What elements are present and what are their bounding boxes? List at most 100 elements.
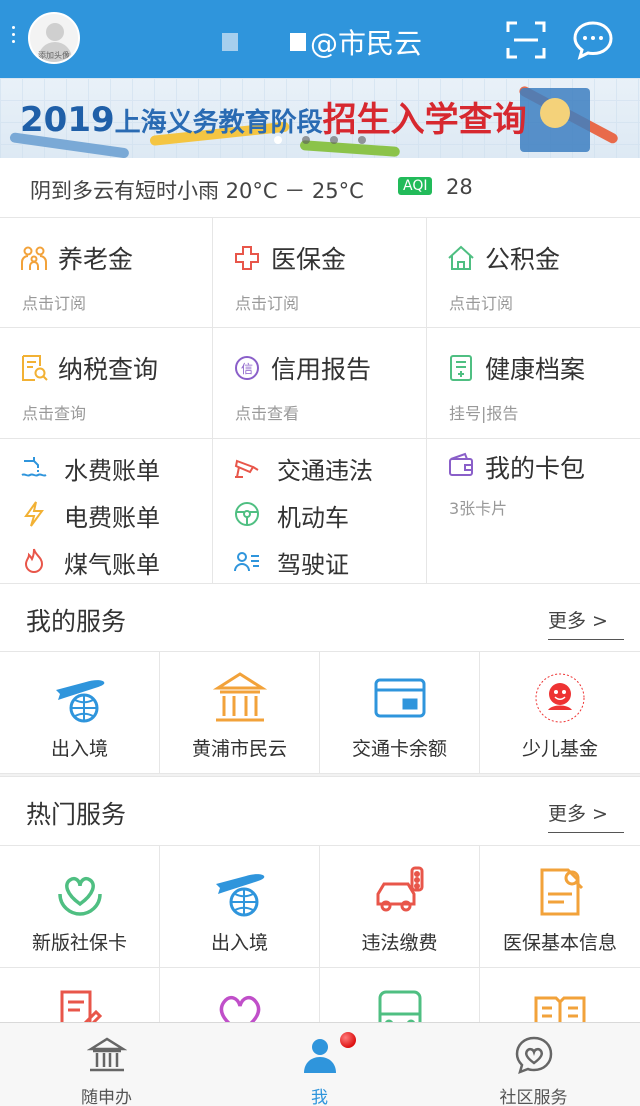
health-file-icon (450, 355, 472, 381)
traffic-title: 交通违法 (277, 457, 373, 485)
heart-chat-icon (515, 1036, 552, 1075)
card-subtitle: 3张卡片 (449, 499, 508, 518)
card-credit-report[interactable]: 信 信用报告 点击查看 (213, 328, 427, 439)
service-label: 医保基本信息 (502, 932, 617, 954)
banner-page-dot[interactable] (274, 136, 282, 144)
bill-water[interactable]: 水费账单 (20, 445, 210, 489)
traffic-title: 驾驶证 (277, 551, 349, 579)
notification-dot (340, 1032, 356, 1048)
more-link[interactable]: 更多 > (548, 799, 624, 833)
service-label: 少儿基金 (521, 738, 598, 760)
traffic-violation[interactable]: 交通违法 (233, 445, 423, 489)
service-label: 交通卡余额 (351, 738, 447, 760)
camera-icon (234, 459, 259, 478)
redacted-block (222, 33, 238, 51)
card-wallet[interactable]: 我的卡包 3张卡片 (427, 439, 640, 584)
bill-title: 水费账单 (64, 457, 160, 485)
card-subtitle: 点击订阅 (235, 294, 300, 313)
app-title: @市民云 (310, 27, 423, 60)
license-icon (234, 552, 259, 572)
driver-license[interactable]: 驾驶证 (233, 539, 423, 583)
car-traffic-light-icon (376, 866, 423, 912)
flame-icon (24, 548, 44, 573)
motor-vehicle[interactable]: 机动车 (233, 492, 423, 536)
nav-tab-me[interactable]: 我 (213, 1023, 426, 1106)
banner-subtitle: 上海义务教育阶段 (114, 108, 323, 138)
medical-cross-icon (235, 246, 259, 270)
bills-column: 水费账单 电费账单 煤气账单 (0, 439, 213, 584)
building-icon (212, 672, 267, 722)
card-subtitle: 点击查询 (22, 404, 87, 423)
person-icon (303, 1039, 336, 1073)
avatar[interactable]: 添加头像 (28, 12, 80, 64)
service-label: 出入境 (210, 932, 268, 954)
nav-label: 社区服务 (499, 1088, 568, 1106)
banner-page-dot[interactable] (358, 136, 366, 144)
transit-card-icon (374, 678, 425, 718)
water-tap-icon (21, 457, 47, 477)
card-subtitle: 挂号|报告 (449, 404, 519, 423)
more-link[interactable]: 更多 > (548, 606, 624, 640)
weather-bar[interactable]: 阴到多云有短时小雨 20°C － 25°C AQI 28 (0, 158, 640, 218)
banner-year: 2019 (20, 100, 115, 140)
card-title: 信用报告 (271, 355, 372, 384)
bill-title: 煤气账单 (64, 551, 160, 579)
svg-text:信: 信 (241, 362, 253, 376)
card-title: 医保金 (271, 245, 347, 274)
house-icon (448, 245, 474, 270)
medical-doc-icon (540, 868, 584, 916)
service-label: 违法缴费 (361, 932, 438, 954)
service-medical-info[interactable]: 医保基本信息 (480, 846, 640, 968)
banner-highlight: 招生入学查询 (322, 100, 527, 140)
menu-dots-icon[interactable] (12, 26, 18, 47)
card-title: 我的卡包 (485, 454, 586, 483)
service-label: 黄浦市民云 (191, 738, 287, 760)
nav-label: 随申办 (81, 1088, 132, 1106)
banner-headline: 2019上海义务教育阶段招生入学查询 (20, 92, 527, 141)
card-tax-query[interactable]: 纳税查询 点击查询 (0, 328, 213, 439)
aqi-value: 28 (446, 175, 473, 199)
card-title: 纳税查询 (58, 355, 159, 384)
service-huangpu[interactable]: 黄浦市民云 (160, 652, 320, 774)
card-medical-insurance[interactable]: 医保金 点击订阅 (213, 218, 427, 328)
tax-doc-icon (22, 355, 48, 381)
bill-electricity[interactable]: 电费账单 (20, 492, 210, 536)
weather-text: 阴到多云有短时小雨 20°C － 25°C (30, 179, 364, 203)
banner-page-dot[interactable] (330, 136, 338, 144)
service-social-security-card[interactable]: 新版社保卡 (0, 846, 160, 968)
chat-bubble-icon[interactable] (572, 20, 614, 60)
steering-wheel-icon (235, 502, 259, 526)
government-building-icon (86, 1037, 127, 1072)
banner-page-dot[interactable] (302, 136, 310, 144)
service-kids-fund[interactable]: 少儿基金 (480, 652, 640, 774)
card-health-record[interactable]: 健康档案 挂号|报告 (427, 328, 640, 439)
aqi-badge: AQI (398, 177, 433, 195)
card-title: 养老金 (58, 245, 134, 274)
bill-gas[interactable]: 煤气账单 (20, 539, 210, 583)
scan-frame-icon[interactable] (506, 20, 546, 60)
nav-tab-community[interactable]: 社区服务 (427, 1023, 640, 1106)
service-label: 新版社保卡 (31, 932, 127, 954)
heart-hands-icon (57, 876, 102, 916)
my-services-header: 我的服务 更多 > (0, 584, 640, 652)
section-title: 热门服务 (26, 800, 127, 829)
card-pension[interactable]: 养老金 点击订阅 (0, 218, 213, 328)
service-exit-entry[interactable]: 出入境 (0, 652, 160, 774)
wallet-icon (449, 452, 473, 476)
plane-globe-icon (55, 680, 104, 723)
service-transit-card[interactable]: 交通卡余额 (320, 652, 480, 774)
credit-icon: 信 (235, 356, 259, 380)
traffic-title: 机动车 (277, 504, 349, 532)
promo-banner[interactable]: 2019上海义务教育阶段招生入学查询 (0, 78, 640, 158)
nav-label: 我 (311, 1088, 328, 1106)
card-housing-fund[interactable]: 公积金 点击订阅 (427, 218, 640, 328)
service-exit-entry-hot[interactable]: 出入境 (160, 846, 320, 968)
service-label: 出入境 (50, 738, 108, 760)
top-bar: 添加头像 @市民云 (0, 0, 640, 78)
card-subtitle: 点击订阅 (22, 294, 87, 313)
bottom-nav: 随申办 我 社区服务 (0, 1022, 640, 1106)
nav-tab-suishenban[interactable]: 随申办 (0, 1023, 213, 1106)
avatar-caption: 添加头像 (38, 51, 70, 60)
service-violation-payment[interactable]: 违法缴费 (320, 846, 480, 968)
traffic-column: 交通违法 机动车 驾驶证 (213, 439, 427, 584)
